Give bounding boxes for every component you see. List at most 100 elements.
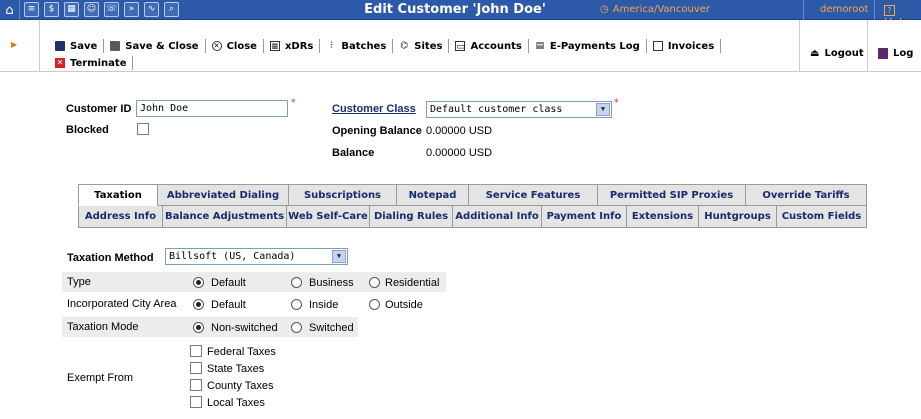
tab-huntgroups[interactable]: Huntgroups bbox=[699, 206, 777, 228]
timezone-link[interactable]: ◷ America/Vancouver bbox=[600, 4, 710, 15]
log-button[interactable]: Log bbox=[867, 20, 921, 72]
balance-label: Balance bbox=[332, 147, 375, 159]
required-marker: * bbox=[291, 98, 296, 108]
taxation-mode-label: Taxation Mode bbox=[67, 321, 139, 333]
terminate-label: Terminate bbox=[70, 57, 127, 69]
logout-button[interactable]: ⏏ Logout bbox=[799, 20, 867, 72]
tab-abbreviated-dialing[interactable]: Abbreviated Dialing bbox=[158, 184, 289, 206]
terminate-button[interactable]: ✕ Terminate bbox=[50, 56, 134, 70]
epayments-label: E-Payments Log bbox=[549, 40, 640, 52]
log-icon bbox=[878, 48, 888, 59]
save-close-button[interactable]: Save & Close bbox=[104, 39, 206, 53]
accounts-button[interactable]: ▭ Accounts bbox=[449, 39, 529, 53]
tab-row-2: Address Info Balance Adjustments Web Sel… bbox=[78, 206, 867, 228]
topbar-divider bbox=[874, 0, 875, 20]
home-icon[interactable]: ⌂ bbox=[0, 0, 20, 20]
taxation-method-value: Billsoft (US, Canada) bbox=[169, 251, 296, 262]
blocked-checkbox[interactable] bbox=[137, 123, 149, 135]
balance-value: 0.00000 USD bbox=[426, 147, 493, 159]
grid-icon[interactable]: ▦ bbox=[64, 2, 79, 17]
county-taxes-label: County Taxes bbox=[207, 380, 274, 392]
city-default-label: Default bbox=[211, 299, 246, 311]
county-taxes-checkbox[interactable] bbox=[190, 379, 202, 391]
close-icon: ✕ bbox=[211, 41, 222, 51]
tab-address-info[interactable]: Address Info bbox=[78, 206, 163, 228]
mode-switched-radio[interactable] bbox=[291, 322, 302, 333]
city-outside-radio[interactable] bbox=[369, 299, 380, 310]
xdrs-button[interactable]: ≡ xDRs bbox=[264, 39, 321, 53]
logout-label: Logout bbox=[824, 48, 864, 59]
accounts-icon: ▭ bbox=[455, 41, 466, 52]
invoices-button[interactable]: Invoices bbox=[647, 39, 722, 53]
play-arrow-icon: ▶ bbox=[11, 40, 18, 49]
chevron-down-icon: ▼ bbox=[332, 250, 346, 263]
blocked-label: Blocked bbox=[66, 124, 109, 136]
close-button[interactable]: ✕ Close bbox=[206, 39, 264, 53]
save-label: Save bbox=[70, 40, 98, 52]
tab-row-1: Taxation Abbreviated Dialing Subscriptio… bbox=[78, 184, 867, 206]
local-taxes-label: Local Taxes bbox=[207, 397, 265, 409]
topbar-divider bbox=[803, 0, 804, 20]
top-icon-group: ≡ $ ▦ ☺ ☏ » ∿ ⌕ bbox=[24, 2, 184, 17]
phone-icon[interactable]: ☏ bbox=[104, 2, 119, 17]
tab-extensions[interactable]: Extensions bbox=[627, 206, 699, 228]
taxation-method-select[interactable]: Billsoft (US, Canada) ▼ bbox=[165, 248, 348, 265]
customer-id-input[interactable]: John Doe bbox=[136, 100, 288, 117]
list-icon[interactable]: ≡ bbox=[24, 2, 39, 17]
current-user[interactable]: demoroot bbox=[820, 4, 868, 15]
tab-web-self-care[interactable]: Web Self-Care bbox=[287, 206, 370, 228]
exempt-from-label: Exempt From bbox=[67, 372, 134, 384]
type-residential-radio[interactable] bbox=[369, 277, 380, 288]
state-taxes-checkbox[interactable] bbox=[190, 362, 202, 374]
required-marker: * bbox=[614, 98, 619, 108]
type-default-radio[interactable] bbox=[193, 277, 204, 288]
customer-class-link[interactable]: Customer Class bbox=[332, 103, 416, 115]
action-toolbar: ▶ Save Save & Close ✕ Close ≡ xDRs ⫶ Batche… bbox=[0, 20, 921, 72]
city-inside-radio[interactable] bbox=[291, 299, 302, 310]
opening-balance-label: Opening Balance bbox=[332, 125, 422, 137]
city-outside-label: Outside bbox=[385, 299, 423, 311]
tab-dialing-rules[interactable]: Dialing Rules bbox=[370, 206, 453, 228]
opening-balance-value: 0.00000 USD bbox=[426, 125, 493, 137]
person-icon[interactable]: ☺ bbox=[84, 2, 99, 17]
logout-icon: ⏏ bbox=[810, 48, 820, 59]
tab-balance-adjustments[interactable]: Balance Adjustments bbox=[163, 206, 287, 228]
tab-subscriptions[interactable]: Subscriptions bbox=[289, 184, 397, 206]
state-taxes-label: State Taxes bbox=[207, 363, 265, 375]
tab-service-features[interactable]: Service Features bbox=[469, 184, 598, 206]
toolbar-expand[interactable]: ▶ bbox=[0, 20, 40, 72]
dollar-icon[interactable]: $ bbox=[44, 2, 59, 17]
customer-class-select[interactable]: Default customer class ▼ bbox=[426, 101, 612, 118]
mode-nonswitched-radio[interactable] bbox=[193, 322, 204, 333]
type-business-radio[interactable] bbox=[291, 277, 302, 288]
tab-custom-fields[interactable]: Custom Fields bbox=[777, 206, 867, 228]
save-close-label: Save & Close bbox=[125, 40, 199, 52]
federal-taxes-label: Federal Taxes bbox=[207, 346, 276, 358]
tab-payment-info[interactable]: Payment Info bbox=[542, 206, 627, 228]
forward-icon[interactable]: » bbox=[124, 2, 139, 17]
city-default-radio[interactable] bbox=[193, 299, 204, 310]
timezone-label: America/Vancouver bbox=[612, 4, 711, 15]
clock-icon: ◷ bbox=[600, 4, 609, 15]
batches-button[interactable]: ⫶ Batches bbox=[320, 39, 394, 53]
close-label: Close bbox=[226, 40, 257, 52]
xdrs-icon: ≡ bbox=[269, 41, 280, 52]
chart-icon[interactable]: ∿ bbox=[144, 2, 159, 17]
tab-notepad[interactable]: Notepad bbox=[397, 184, 469, 206]
chevron-down-icon: ▼ bbox=[596, 103, 610, 116]
local-taxes-checkbox[interactable] bbox=[190, 396, 202, 408]
tab-additional-info[interactable]: Additional Info bbox=[453, 206, 542, 228]
search-icon[interactable]: ⌕ bbox=[164, 2, 179, 17]
customer-class-value: Default customer class bbox=[430, 104, 563, 115]
tab-taxation[interactable]: Taxation bbox=[78, 184, 158, 206]
tab-override-tariffs[interactable]: Override Tariffs bbox=[746, 184, 867, 206]
epayments-log-button[interactable]: ▤ E-Payments Log bbox=[529, 39, 647, 53]
federal-taxes-checkbox[interactable] bbox=[190, 345, 202, 357]
save-button[interactable]: Save bbox=[50, 39, 105, 53]
city-area-label: Incorporated City Area bbox=[67, 298, 177, 310]
xdrs-label: xDRs bbox=[284, 40, 314, 52]
toolbar-row-secondary: ✕ Terminate bbox=[50, 56, 134, 70]
type-label: Type bbox=[67, 276, 91, 288]
sites-button[interactable]: ⌬ Sites bbox=[393, 39, 450, 53]
tab-permitted-sip-proxies[interactable]: Permitted SIP Proxies bbox=[598, 184, 746, 206]
